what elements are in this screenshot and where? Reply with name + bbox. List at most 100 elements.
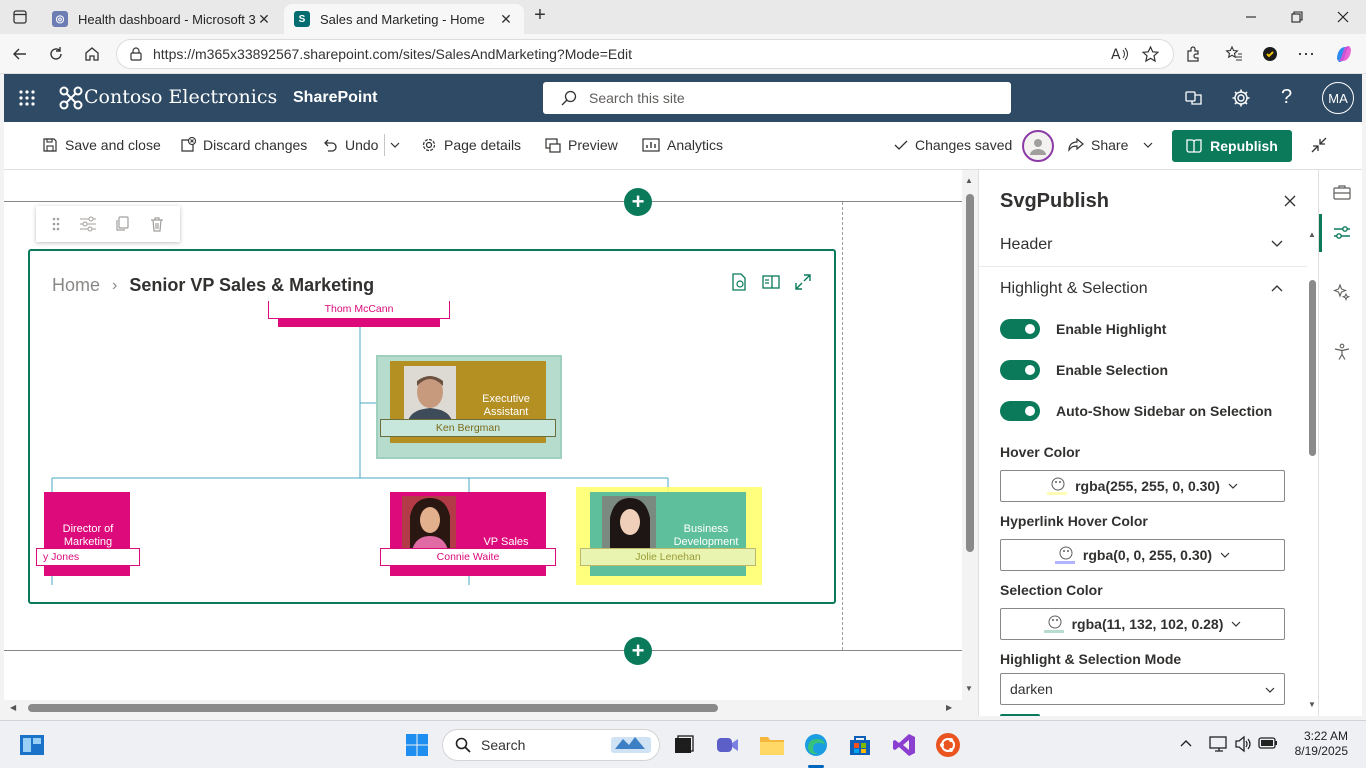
tab-sales-marketing[interactable]: S Sales and Marketing - Home ✕ — [284, 4, 524, 34]
page-details-button[interactable]: Page details — [421, 122, 521, 168]
back-button[interactable] — [6, 40, 34, 68]
battery-icon[interactable] — [1258, 736, 1278, 750]
scroll-left-arrow-icon[interactable]: ◀ — [10, 703, 16, 712]
show-hidden-icons-chevron-icon[interactable] — [1180, 739, 1192, 747]
store-icon[interactable] — [844, 729, 876, 761]
close-pane-icon[interactable] — [1284, 195, 1296, 207]
scroll-up-arrow-icon[interactable]: ▲ — [965, 176, 973, 185]
favorite-star-icon[interactable] — [1142, 46, 1159, 63]
collapse-icon[interactable] — [1310, 136, 1328, 154]
chevron-down-icon[interactable] — [1271, 240, 1283, 248]
teams-share-icon[interactable] — [1184, 88, 1204, 108]
gear-icon[interactable] — [1231, 88, 1251, 108]
edge-browser-icon[interactable] — [800, 729, 832, 761]
close-window-button[interactable] — [1320, 0, 1366, 34]
page-details-label: Page details — [444, 137, 522, 153]
org-name[interactable]: Contoso Electronics — [84, 86, 277, 108]
toggle-partial[interactable] — [1000, 714, 1040, 716]
read-aloud-icon[interactable]: A — [1111, 46, 1129, 62]
org-node-title: Business Development — [673, 523, 739, 548]
undo-button[interactable]: Undo — [322, 122, 378, 168]
refresh-button[interactable] — [42, 40, 70, 68]
auto-show-sidebar-toggle[interactable] — [1000, 401, 1040, 421]
analytics-button[interactable]: Analytics — [642, 122, 723, 168]
dropdown-value: darken — [1010, 681, 1053, 697]
restore-button[interactable] — [1274, 0, 1320, 34]
windows-start-icon[interactable] — [401, 729, 433, 761]
chevron-up-icon[interactable] — [1271, 284, 1283, 292]
save-close-button[interactable]: Save and close — [42, 122, 161, 168]
scroll-thumb[interactable] — [966, 194, 974, 552]
scroll-right-arrow-icon[interactable]: ▶ — [946, 703, 952, 712]
browser-essentials-icon[interactable] — [1256, 40, 1284, 68]
address-bar[interactable]: https://m365x33892567.sharepoint.com/sit… — [116, 39, 1174, 69]
file-explorer-icon[interactable] — [756, 729, 788, 761]
tab-health-dashboard[interactable]: ◎ Health dashboard - Microsoft 365 ✕ — [42, 4, 282, 34]
more-options-icon[interactable]: ⋯ — [1292, 40, 1320, 68]
visual-studio-icon[interactable] — [888, 729, 920, 761]
section-header[interactable]: Header — [1000, 236, 1052, 254]
home-button[interactable] — [78, 40, 106, 68]
hyperlink-color-picker[interactable]: rgba(0, 0, 255, 0.30) — [1000, 539, 1285, 571]
close-tab-icon[interactable]: ✕ — [498, 11, 514, 28]
close-tab-icon[interactable]: ✕ — [256, 11, 272, 28]
section-highlight-selection[interactable]: Highlight & Selection — [1000, 280, 1148, 298]
duplicate-icon[interactable] — [115, 216, 131, 232]
republish-label: Republish — [1210, 138, 1278, 154]
active-indicator — [1319, 214, 1322, 252]
selection-color-picker[interactable]: rgba(11, 132, 102, 0.28) — [1000, 608, 1285, 640]
taskbar-search[interactable]: Search — [442, 729, 660, 761]
meet-icon[interactable] — [712, 729, 744, 761]
add-section-button[interactable]: + — [624, 637, 652, 665]
display-icon[interactable] — [1209, 735, 1229, 753]
avatar[interactable]: MA — [1322, 82, 1354, 114]
svgpublish-webpart[interactable]: Home › Senior VP Sales & Marketing Thom … — [28, 249, 836, 604]
scroll-down-arrow-icon[interactable]: ▼ — [965, 684, 973, 693]
task-view-icon[interactable] — [668, 729, 700, 761]
discard-changes-button[interactable]: Discard changes — [180, 122, 307, 168]
drag-handle-icon[interactable] — [51, 216, 61, 232]
design-ideas-icon[interactable] — [1333, 283, 1351, 301]
section-divider — [4, 650, 962, 651]
share-button[interactable]: Share — [1068, 122, 1153, 168]
volume-icon[interactable] — [1234, 735, 1252, 753]
highlight-mode-dropdown[interactable]: darken — [1000, 673, 1285, 705]
browser-toolbar: https://m365x33892567.sharepoint.com/sit… — [0, 34, 1366, 74]
copilot-icon[interactable] — [1330, 40, 1358, 68]
org-node-title: Executive Assistant — [482, 393, 530, 418]
chevron-down-icon — [1143, 142, 1153, 148]
republish-button[interactable]: Republish — [1172, 130, 1292, 162]
app-name[interactable]: SharePoint — [293, 89, 377, 107]
field-label: Hyperlink Hover Color — [1000, 513, 1148, 529]
enable-highlight-toggle[interactable] — [1000, 319, 1040, 339]
scroll-thumb[interactable] — [28, 704, 718, 712]
favorites-icon[interactable] — [1220, 40, 1248, 68]
edit-properties-icon[interactable] — [79, 216, 97, 232]
new-tab-button[interactable]: + — [528, 4, 552, 28]
ubuntu-icon[interactable] — [932, 729, 964, 761]
scroll-thumb[interactable] — [1309, 280, 1316, 456]
widgets-icon[interactable] — [16, 729, 48, 761]
help-icon[interactable]: ? — [1281, 86, 1292, 109]
toolbox-icon[interactable] — [1333, 184, 1351, 200]
hover-color-picker[interactable]: rgba(255, 255, 0, 0.30) — [1000, 470, 1285, 502]
pane-scrollbar[interactable]: ▲ ▼ — [1307, 230, 1318, 716]
minimize-button[interactable] — [1228, 0, 1274, 34]
app-launcher-icon[interactable] — [18, 89, 36, 107]
scroll-down-arrow-icon[interactable]: ▼ — [1308, 700, 1316, 709]
taskbar-clock[interactable]: 3:22 AM 8/19/2025 — [1286, 729, 1348, 759]
properties-sliders-icon[interactable] — [1333, 225, 1351, 241]
canvas-vertical-scrollbar[interactable]: ▲ ▼ — [962, 170, 978, 716]
undo-dropdown-chevron-icon[interactable] — [390, 122, 400, 168]
accessibility-icon[interactable] — [1333, 343, 1351, 361]
extensions-icon[interactable] — [1180, 40, 1208, 68]
enable-selection-toggle[interactable] — [1000, 360, 1040, 380]
add-section-button[interactable]: + — [624, 188, 652, 216]
preview-button[interactable]: Preview — [545, 122, 618, 168]
tab-actions-icon[interactable] — [8, 6, 32, 28]
canvas-horizontal-scrollbar[interactable]: ◀ ▶ — [4, 700, 962, 716]
co-author-avatar[interactable] — [1022, 130, 1054, 162]
search-input[interactable]: Search this site — [543, 82, 1011, 114]
scroll-up-arrow-icon[interactable]: ▲ — [1308, 230, 1316, 239]
delete-icon[interactable] — [149, 216, 165, 232]
